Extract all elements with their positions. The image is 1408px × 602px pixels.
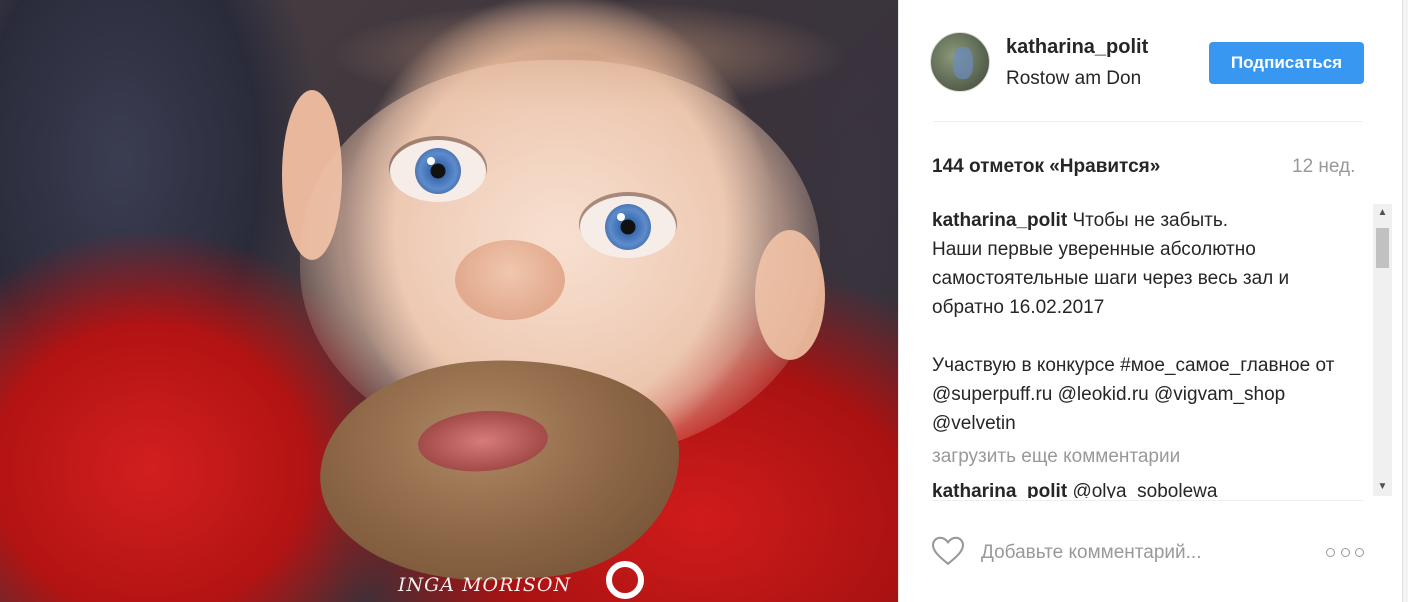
footer-divider	[933, 500, 1363, 501]
caption: katharina_polit Чтобы не забыть. Наши пе…	[932, 206, 1362, 322]
heart-outline-icon[interactable]	[930, 533, 966, 569]
post-photo[interactable]: INGA MORISON	[0, 0, 898, 602]
comments-scrollbar[interactable]: ▲ ▼	[1373, 204, 1392, 496]
caption-text-2: Участвую в конкурсе #мое_самое_главное о…	[932, 355, 1335, 434]
photo-left-eye	[390, 140, 486, 202]
post-side-panel: katharina_polit Rostow am Don Подписатьс…	[899, 0, 1402, 602]
photo-right-eye	[580, 196, 676, 258]
username-link[interactable]: katharina_polit	[1006, 36, 1148, 59]
photo-watermark: INGA MORISON	[398, 574, 572, 596]
caption-author[interactable]: katharina_polit	[932, 210, 1067, 231]
add-comment-input[interactable]	[981, 538, 1281, 568]
location-link[interactable]: Rostow am Don	[1006, 68, 1141, 90]
likes-count[interactable]: 144 отметок «Нравится»	[932, 156, 1160, 178]
scroll-down-icon[interactable]: ▼	[1373, 478, 1392, 496]
post-header: katharina_polit Rostow am Don Подписатьс…	[899, 0, 1402, 122]
comment-text[interactable]: @olya_sobolewa	[1072, 481, 1217, 498]
load-more-comments[interactable]: загрузить еще комментарии	[932, 442, 1362, 471]
follow-button[interactable]: Подписаться	[1209, 42, 1364, 84]
comment-author[interactable]: katharina_polit	[932, 481, 1067, 498]
scroll-thumb[interactable]	[1376, 228, 1389, 268]
avatar[interactable]	[930, 32, 990, 92]
post-time[interactable]: 12 нед.	[1292, 156, 1355, 178]
photo-nose	[455, 240, 565, 320]
photo-logo-ring	[606, 561, 644, 599]
comment-item: katharina_polit @olya_sobolewa	[932, 477, 1362, 498]
scroll-up-icon[interactable]: ▲	[1373, 204, 1392, 222]
more-options-icon[interactable]	[1326, 544, 1364, 560]
window-edge	[1402, 0, 1408, 602]
header-divider	[933, 121, 1363, 122]
comments-list[interactable]: katharina_polit Чтобы не забыть. Наши пе…	[932, 206, 1362, 498]
